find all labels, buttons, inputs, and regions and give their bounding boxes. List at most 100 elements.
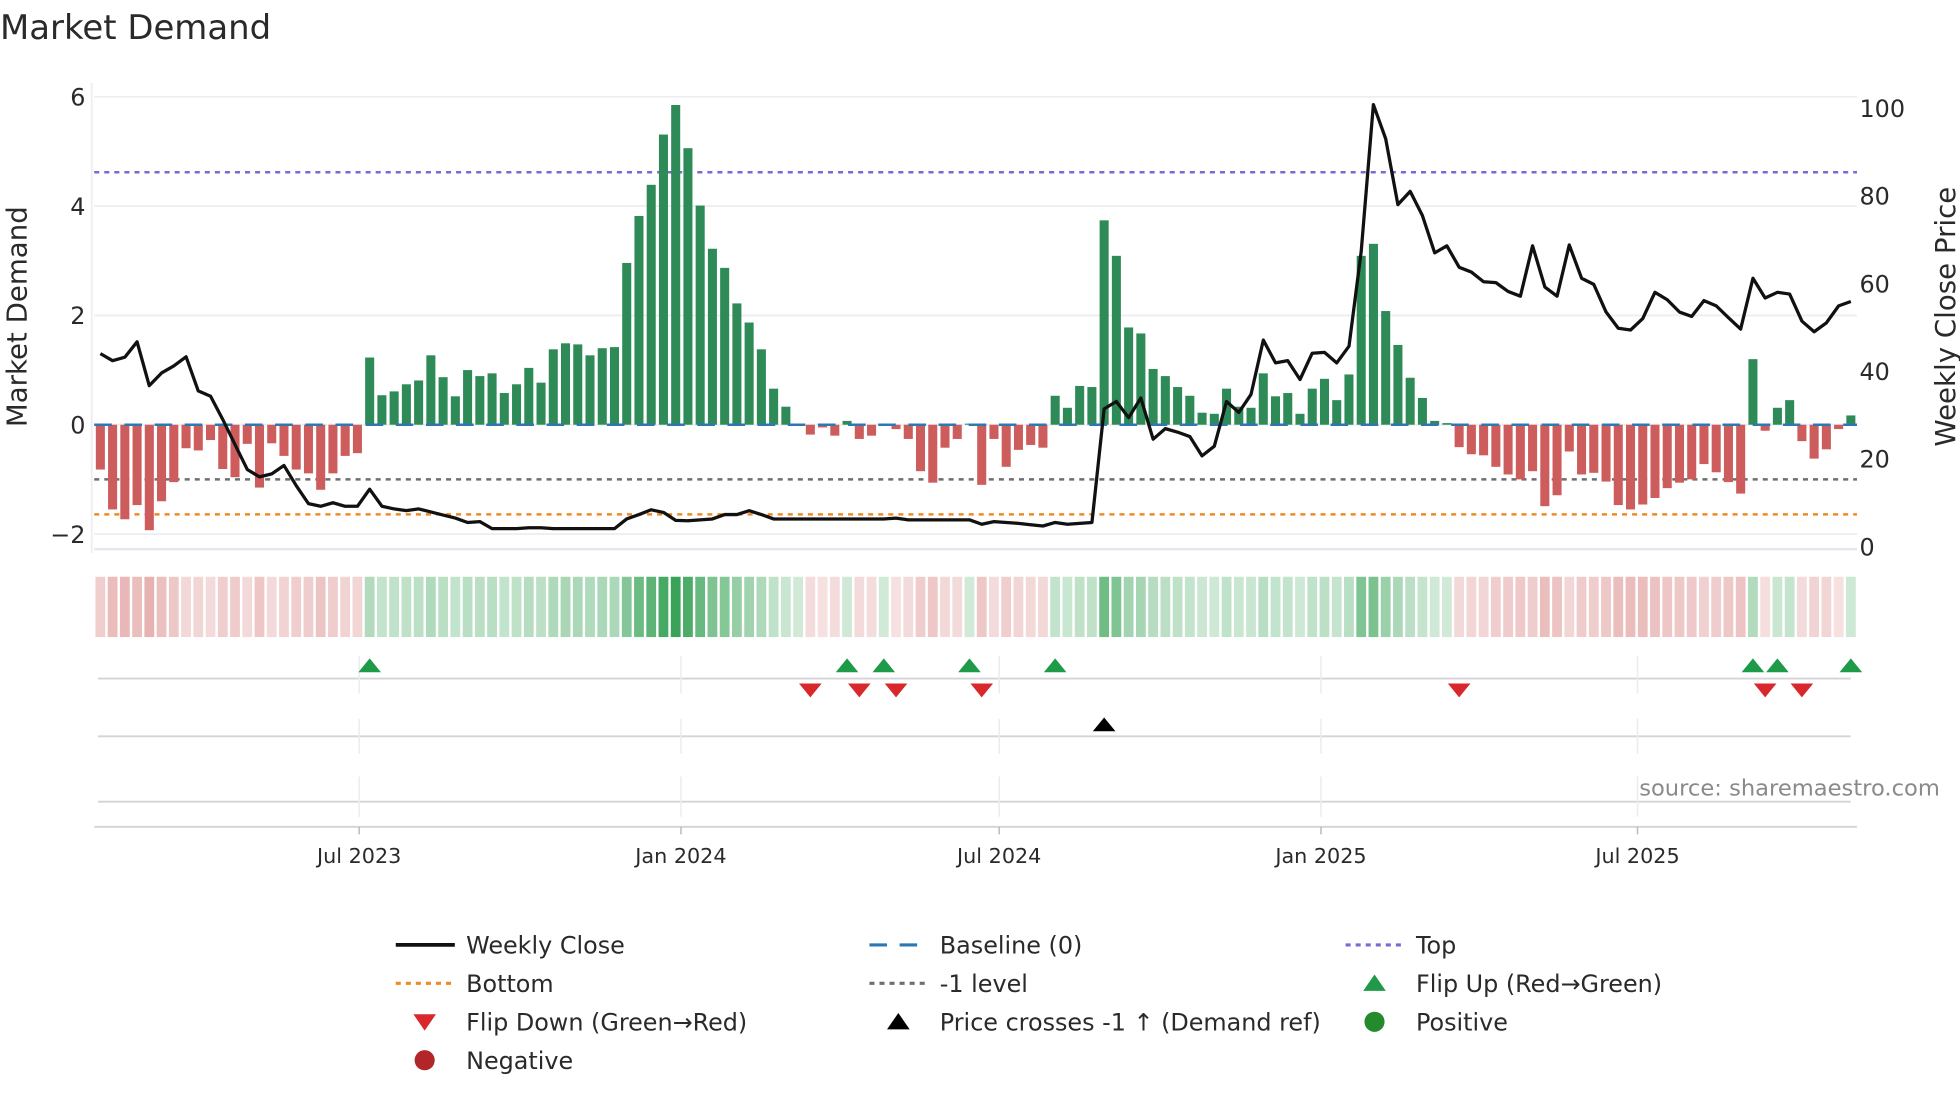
legend-label: Weekly Close xyxy=(466,932,625,960)
demand-strip-cell xyxy=(205,576,216,638)
demand-bar xyxy=(1442,423,1452,425)
x-tick-label: Jul 2025 xyxy=(1593,844,1679,868)
demand-bar xyxy=(585,355,595,425)
demand-bar xyxy=(1295,413,1305,425)
demand-strip-cell xyxy=(609,576,620,638)
demand-strip-cell xyxy=(1148,576,1159,638)
demand-bar xyxy=(389,391,399,425)
demand-strip-cell xyxy=(1393,576,1403,638)
demand-strip-cell xyxy=(572,576,583,638)
x-tick-label: Jul 2024 xyxy=(955,844,1041,868)
demand-bar xyxy=(401,384,411,425)
demand-strip-cell xyxy=(1662,576,1673,638)
demand-strip-cell xyxy=(1380,576,1391,638)
demand-strip-cell xyxy=(1344,576,1354,638)
demand-bar xyxy=(1075,385,1085,425)
demand-bar xyxy=(1772,407,1782,425)
demand-strip-cell xyxy=(303,576,314,638)
demand-strip-cell xyxy=(1650,576,1660,638)
demand-bar xyxy=(573,344,583,425)
demand-strip-cell xyxy=(1429,576,1440,638)
demand-bar xyxy=(1625,424,1636,510)
demand-bar xyxy=(1479,424,1489,456)
demand-bar xyxy=(1001,424,1011,467)
demand-strip-cell xyxy=(1099,576,1110,638)
demand-strip-cell xyxy=(1490,576,1501,638)
demand-strip-cell xyxy=(1515,576,1526,638)
demand-strip-cell xyxy=(1331,576,1342,638)
demand-strip-cell xyxy=(1552,576,1562,638)
weekly-close-line xyxy=(99,102,1852,531)
demand-bar xyxy=(1013,424,1023,450)
demand-strip-cell xyxy=(1723,576,1734,638)
demand-bar xyxy=(769,388,779,425)
demand-bar xyxy=(867,424,877,436)
price-cross-marker xyxy=(1092,717,1116,732)
legend-item-top: Top xyxy=(1345,932,1456,960)
legend-circle-icon xyxy=(1364,1011,1385,1032)
demand-bar xyxy=(609,347,620,425)
legend-item-flip-up-red-green: Flip Up (Red→Green) xyxy=(1363,970,1662,998)
demand-strip-cell xyxy=(291,576,302,638)
demand-strip-cell xyxy=(242,576,253,638)
demand-bar xyxy=(915,424,926,472)
demand-bar xyxy=(1601,424,1611,482)
flip-down-marker xyxy=(1447,683,1471,698)
demand-bar xyxy=(1503,424,1513,475)
demand-bar xyxy=(426,355,436,425)
demand-bar xyxy=(108,424,118,510)
legend-item-price-crosses-1-demand-ref: Price crosses -1 ↑ (Demand ref) xyxy=(887,1009,1321,1037)
demand-strip-cell xyxy=(1466,576,1477,638)
flip-down-marker xyxy=(884,683,908,698)
flip-down-marker xyxy=(799,683,822,698)
chart-title: Market Demand xyxy=(0,8,271,47)
demand-strip-cell xyxy=(891,576,901,638)
demand-bar xyxy=(1834,424,1844,430)
demand-bar xyxy=(622,262,632,425)
demand-bar xyxy=(242,424,252,444)
demand-bar xyxy=(1111,255,1121,425)
demand-bar xyxy=(695,205,705,425)
y2-axis-label: Weekly Close Price xyxy=(1929,187,1960,447)
demand-bar xyxy=(536,382,546,425)
demand-strip-cell xyxy=(523,576,534,638)
demand-bar xyxy=(1148,368,1158,425)
demand-strip-cell xyxy=(1478,576,1489,638)
demand-bar xyxy=(463,370,473,425)
flip-up-marker xyxy=(358,658,381,673)
demand-strip-cell xyxy=(266,576,277,638)
demand-strip-cell xyxy=(585,576,595,638)
demand-bar xyxy=(1344,374,1354,425)
demand-strip-cell xyxy=(903,576,914,638)
demand-bar xyxy=(1258,373,1268,425)
demand-strip-cell xyxy=(1221,576,1232,638)
demand-strip-cell xyxy=(474,576,485,638)
demand-strip-cell xyxy=(854,576,865,638)
demand-strip-cell xyxy=(536,576,546,638)
demand-bar xyxy=(1821,424,1831,450)
demand-bar xyxy=(1638,424,1648,505)
demand-bar xyxy=(1173,387,1183,425)
demand-bar xyxy=(977,424,987,485)
demand-bar xyxy=(903,424,913,439)
demand-bar xyxy=(1417,397,1427,425)
demand-strip-cell xyxy=(438,576,449,638)
demand-strip-cell xyxy=(1038,576,1048,638)
y-tick-label: 2 xyxy=(70,302,85,330)
demand-strip-cell xyxy=(315,576,326,638)
y-tick-label: −2 xyxy=(50,521,85,549)
demand-strip-cell xyxy=(1123,576,1134,638)
demand-bar xyxy=(1687,424,1697,480)
demand-strip-cell xyxy=(829,576,840,638)
demand-strip-cell xyxy=(119,576,130,638)
y2-tick-label: 0 xyxy=(1859,533,1874,561)
demand-bar xyxy=(830,424,840,436)
demand-strip-cell xyxy=(1637,576,1648,638)
demand-bar xyxy=(1099,220,1109,425)
demand-strip-cell xyxy=(1527,576,1538,638)
demand-bar xyxy=(1209,413,1219,425)
demand-strip-cell xyxy=(1319,576,1330,638)
demand-bar xyxy=(328,424,338,474)
legend-triangle-down-icon xyxy=(413,1014,436,1031)
demand-strip-cell xyxy=(1086,576,1097,638)
